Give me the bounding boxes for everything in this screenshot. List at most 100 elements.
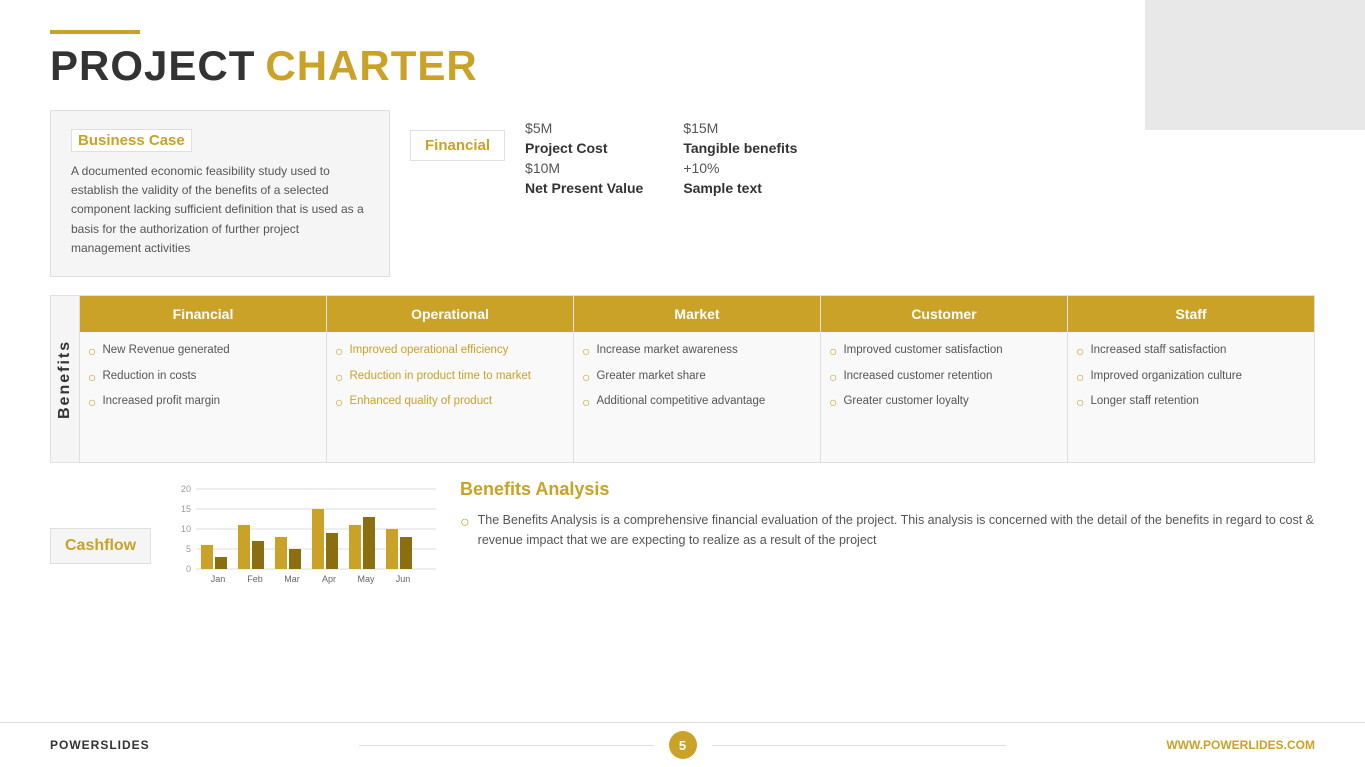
benefit-item: ○ Increased customer retention bbox=[829, 368, 1059, 388]
benefit-item: ○ Enhanced quality of product bbox=[335, 393, 565, 413]
chart-container: 20 15 10 5 0 Jan Feb Mar bbox=[166, 479, 446, 614]
financial-data: $5M $15M Project Cost Tangible benefits … bbox=[525, 120, 802, 196]
bullet-icon: ○ bbox=[335, 342, 343, 362]
benefits-analysis: Benefits Analysis ○ The Benefits Analysi… bbox=[460, 479, 1315, 614]
footer-line-right bbox=[712, 745, 1006, 746]
business-case-label: Business Case bbox=[71, 129, 192, 152]
bullet-icon: ○ bbox=[335, 393, 343, 413]
benefits-section: Benefits Financial ○ New Revenue generat… bbox=[50, 295, 1315, 463]
benefit-text: Improved operational efficiency bbox=[349, 342, 508, 358]
title-charter: CHARTER bbox=[265, 42, 477, 90]
benefit-item: ○ New Revenue generated bbox=[88, 342, 318, 362]
financial-key-3: Net Present Value bbox=[525, 180, 643, 196]
svg-text:5: 5 bbox=[186, 544, 191, 554]
financial-value-4: +10% bbox=[683, 160, 801, 176]
benefit-items-staff: ○ Increased staff satisfaction ○ Improve… bbox=[1068, 332, 1314, 462]
benefit-text: Increased profit margin bbox=[102, 393, 220, 409]
benefit-col-customer: Customer ○ Improved customer satisfactio… bbox=[821, 296, 1068, 462]
benefit-item: ○ Increased profit margin bbox=[88, 393, 318, 413]
benefit-text: Improved organization culture bbox=[1090, 368, 1242, 384]
title-project: PROJECT bbox=[50, 42, 255, 90]
bullet-icon: ○ bbox=[88, 342, 96, 362]
benefit-text: Reduction in costs bbox=[102, 368, 196, 384]
bullet-icon: ○ bbox=[1076, 393, 1084, 413]
benefit-item: ○ Reduction in product time to market bbox=[335, 368, 565, 388]
bullet-icon: ○ bbox=[829, 342, 837, 362]
financial-value-3: $10M bbox=[525, 160, 643, 176]
title-row: PROJECT CHARTER bbox=[50, 42, 1315, 90]
benefit-header-operational: Operational bbox=[327, 296, 573, 332]
page: PROJECT CHARTER Business Case A document… bbox=[0, 0, 1365, 767]
benefit-text: Increased staff satisfaction bbox=[1090, 342, 1226, 358]
top-section: Business Case A documented economic feas… bbox=[50, 110, 1315, 277]
benefits-table: Financial ○ New Revenue generated ○ Redu… bbox=[80, 295, 1315, 463]
benefit-item: ○ Greater market share bbox=[582, 368, 812, 388]
benefit-text: Greater market share bbox=[596, 368, 705, 384]
svg-text:Mar: Mar bbox=[284, 574, 300, 584]
top-right-decoration bbox=[1145, 0, 1365, 130]
financial-key-1: Project Cost bbox=[525, 140, 643, 156]
benefit-col-operational: Operational ○ Improved operational effic… bbox=[327, 296, 574, 462]
benefits-analysis-title: Benefits Analysis bbox=[460, 479, 1315, 500]
benefit-item: ○ Longer staff retention bbox=[1076, 393, 1306, 413]
benefit-header-customer: Customer bbox=[821, 296, 1067, 332]
benefit-item: ○ Improved operational efficiency bbox=[335, 342, 565, 362]
benefit-items-operational: ○ Improved operational efficiency ○ Redu… bbox=[327, 332, 573, 462]
benefit-item: ○ Reduction in costs bbox=[88, 368, 318, 388]
financial-key-2: Tangible benefits bbox=[683, 140, 801, 156]
svg-text:0: 0 bbox=[186, 564, 191, 574]
financial-key-4: Sample text bbox=[683, 180, 801, 196]
bullet-icon: ○ bbox=[335, 368, 343, 388]
business-case-box: Business Case A documented economic feas… bbox=[50, 110, 390, 277]
footer-inner: POWERSLIDES 5 WWW.POWERLIDES.COM bbox=[50, 731, 1315, 759]
benefit-text: Increase market awareness bbox=[596, 342, 737, 358]
financial-section: Financial $5M $15M Project Cost Tangible… bbox=[410, 110, 1315, 277]
bottom-section: Cashflow 20 15 10 5 0 bbox=[50, 479, 1315, 614]
svg-text:Feb: Feb bbox=[247, 574, 263, 584]
cashflow-chart: 20 15 10 5 0 Jan Feb Mar bbox=[166, 479, 446, 609]
benefit-item: ○ Improved customer satisfaction bbox=[829, 342, 1059, 362]
benefit-col-financial: Financial ○ New Revenue generated ○ Redu… bbox=[80, 296, 327, 462]
svg-text:Apr: Apr bbox=[322, 574, 336, 584]
financial-value-1: $5M bbox=[525, 120, 643, 136]
cashflow-area: Cashflow 20 15 10 5 0 bbox=[50, 479, 430, 614]
benefit-items-customer: ○ Improved customer satisfaction ○ Incre… bbox=[821, 332, 1067, 462]
bullet-icon: ○ bbox=[460, 510, 470, 536]
benefit-text: Reduction in product time to market bbox=[349, 368, 531, 384]
bullet-icon: ○ bbox=[582, 368, 590, 388]
footer: POWERSLIDES 5 WWW.POWERLIDES.COM bbox=[0, 722, 1365, 767]
financial-value-2: $15M bbox=[683, 120, 801, 136]
top-accent-bar bbox=[50, 30, 140, 34]
benefits-section-label: Benefits bbox=[50, 295, 80, 463]
financial-label: Financial bbox=[410, 130, 505, 161]
benefit-text: Longer staff retention bbox=[1090, 393, 1198, 409]
benefit-item: ○ Increased staff satisfaction bbox=[1076, 342, 1306, 362]
benefit-item: ○ Improved organization culture bbox=[1076, 368, 1306, 388]
bullet-icon: ○ bbox=[88, 393, 96, 413]
svg-text:20: 20 bbox=[181, 484, 191, 494]
svg-text:Jun: Jun bbox=[396, 574, 411, 584]
benefit-item: ○ Additional competitive advantage bbox=[582, 393, 812, 413]
benefit-items-market: ○ Increase market awareness ○ Greater ma… bbox=[574, 332, 820, 462]
bullet-icon: ○ bbox=[829, 393, 837, 413]
benefits-analysis-text: The Benefits Analysis is a comprehensive… bbox=[478, 510, 1315, 550]
benefit-text: Additional competitive advantage bbox=[596, 393, 765, 409]
bullet-icon: ○ bbox=[582, 342, 590, 362]
benefit-col-market: Market ○ Increase market awareness ○ Gre… bbox=[574, 296, 821, 462]
footer-page-number: 5 bbox=[669, 731, 697, 759]
bullet-icon: ○ bbox=[88, 368, 96, 388]
benefit-text: Improved customer satisfaction bbox=[843, 342, 1002, 358]
bullet-icon: ○ bbox=[582, 393, 590, 413]
benefit-header-financial: Financial bbox=[80, 296, 326, 332]
footer-brand-left: POWERSLIDES bbox=[50, 738, 344, 752]
benefit-header-market: Market bbox=[574, 296, 820, 332]
business-case-text: A documented economic feasibility study … bbox=[71, 162, 369, 258]
benefit-text: Greater customer loyalty bbox=[843, 393, 968, 409]
svg-text:Jan: Jan bbox=[211, 574, 226, 584]
benefit-text: Increased customer retention bbox=[843, 368, 992, 384]
svg-text:15: 15 bbox=[181, 504, 191, 514]
benefit-items-financial: ○ New Revenue generated ○ Reduction in c… bbox=[80, 332, 326, 462]
bullet-icon: ○ bbox=[1076, 368, 1084, 388]
bullet-icon: ○ bbox=[1076, 342, 1084, 362]
svg-text:10: 10 bbox=[181, 524, 191, 534]
